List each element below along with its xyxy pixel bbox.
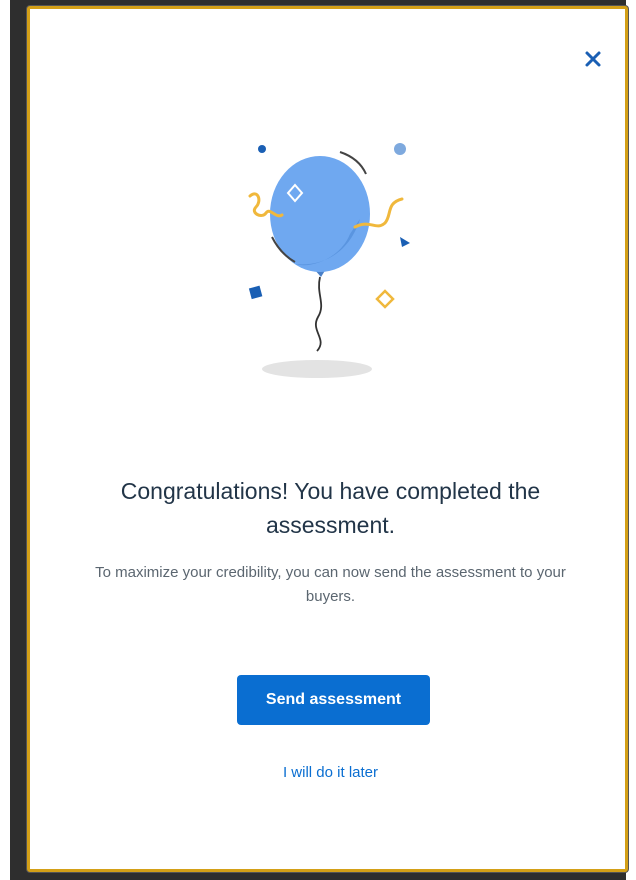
balloon-string xyxy=(315,276,323,352)
confetti-triangle xyxy=(400,237,410,247)
backdrop-left-edge xyxy=(0,0,10,880)
dialog-title: Congratulations! You have completed the … xyxy=(120,478,541,538)
dialog-message: To maximize your credibility, you can no… xyxy=(95,564,566,605)
confetti-dot xyxy=(258,145,266,153)
confetti-square xyxy=(248,285,263,300)
send-assessment-button[interactable]: Send assessment xyxy=(237,675,430,725)
balloon-shadow xyxy=(262,360,372,378)
confetti-diamond xyxy=(375,289,395,309)
completion-dialog: Congratulations! You have completed the … xyxy=(27,6,628,872)
close-button[interactable] xyxy=(579,45,607,73)
balloon-celebration-illustration xyxy=(248,143,410,378)
confetti-dot xyxy=(394,143,406,155)
close-icon[interactable] xyxy=(583,49,603,69)
do-it-later-link[interactable]: I will do it later xyxy=(230,764,431,781)
